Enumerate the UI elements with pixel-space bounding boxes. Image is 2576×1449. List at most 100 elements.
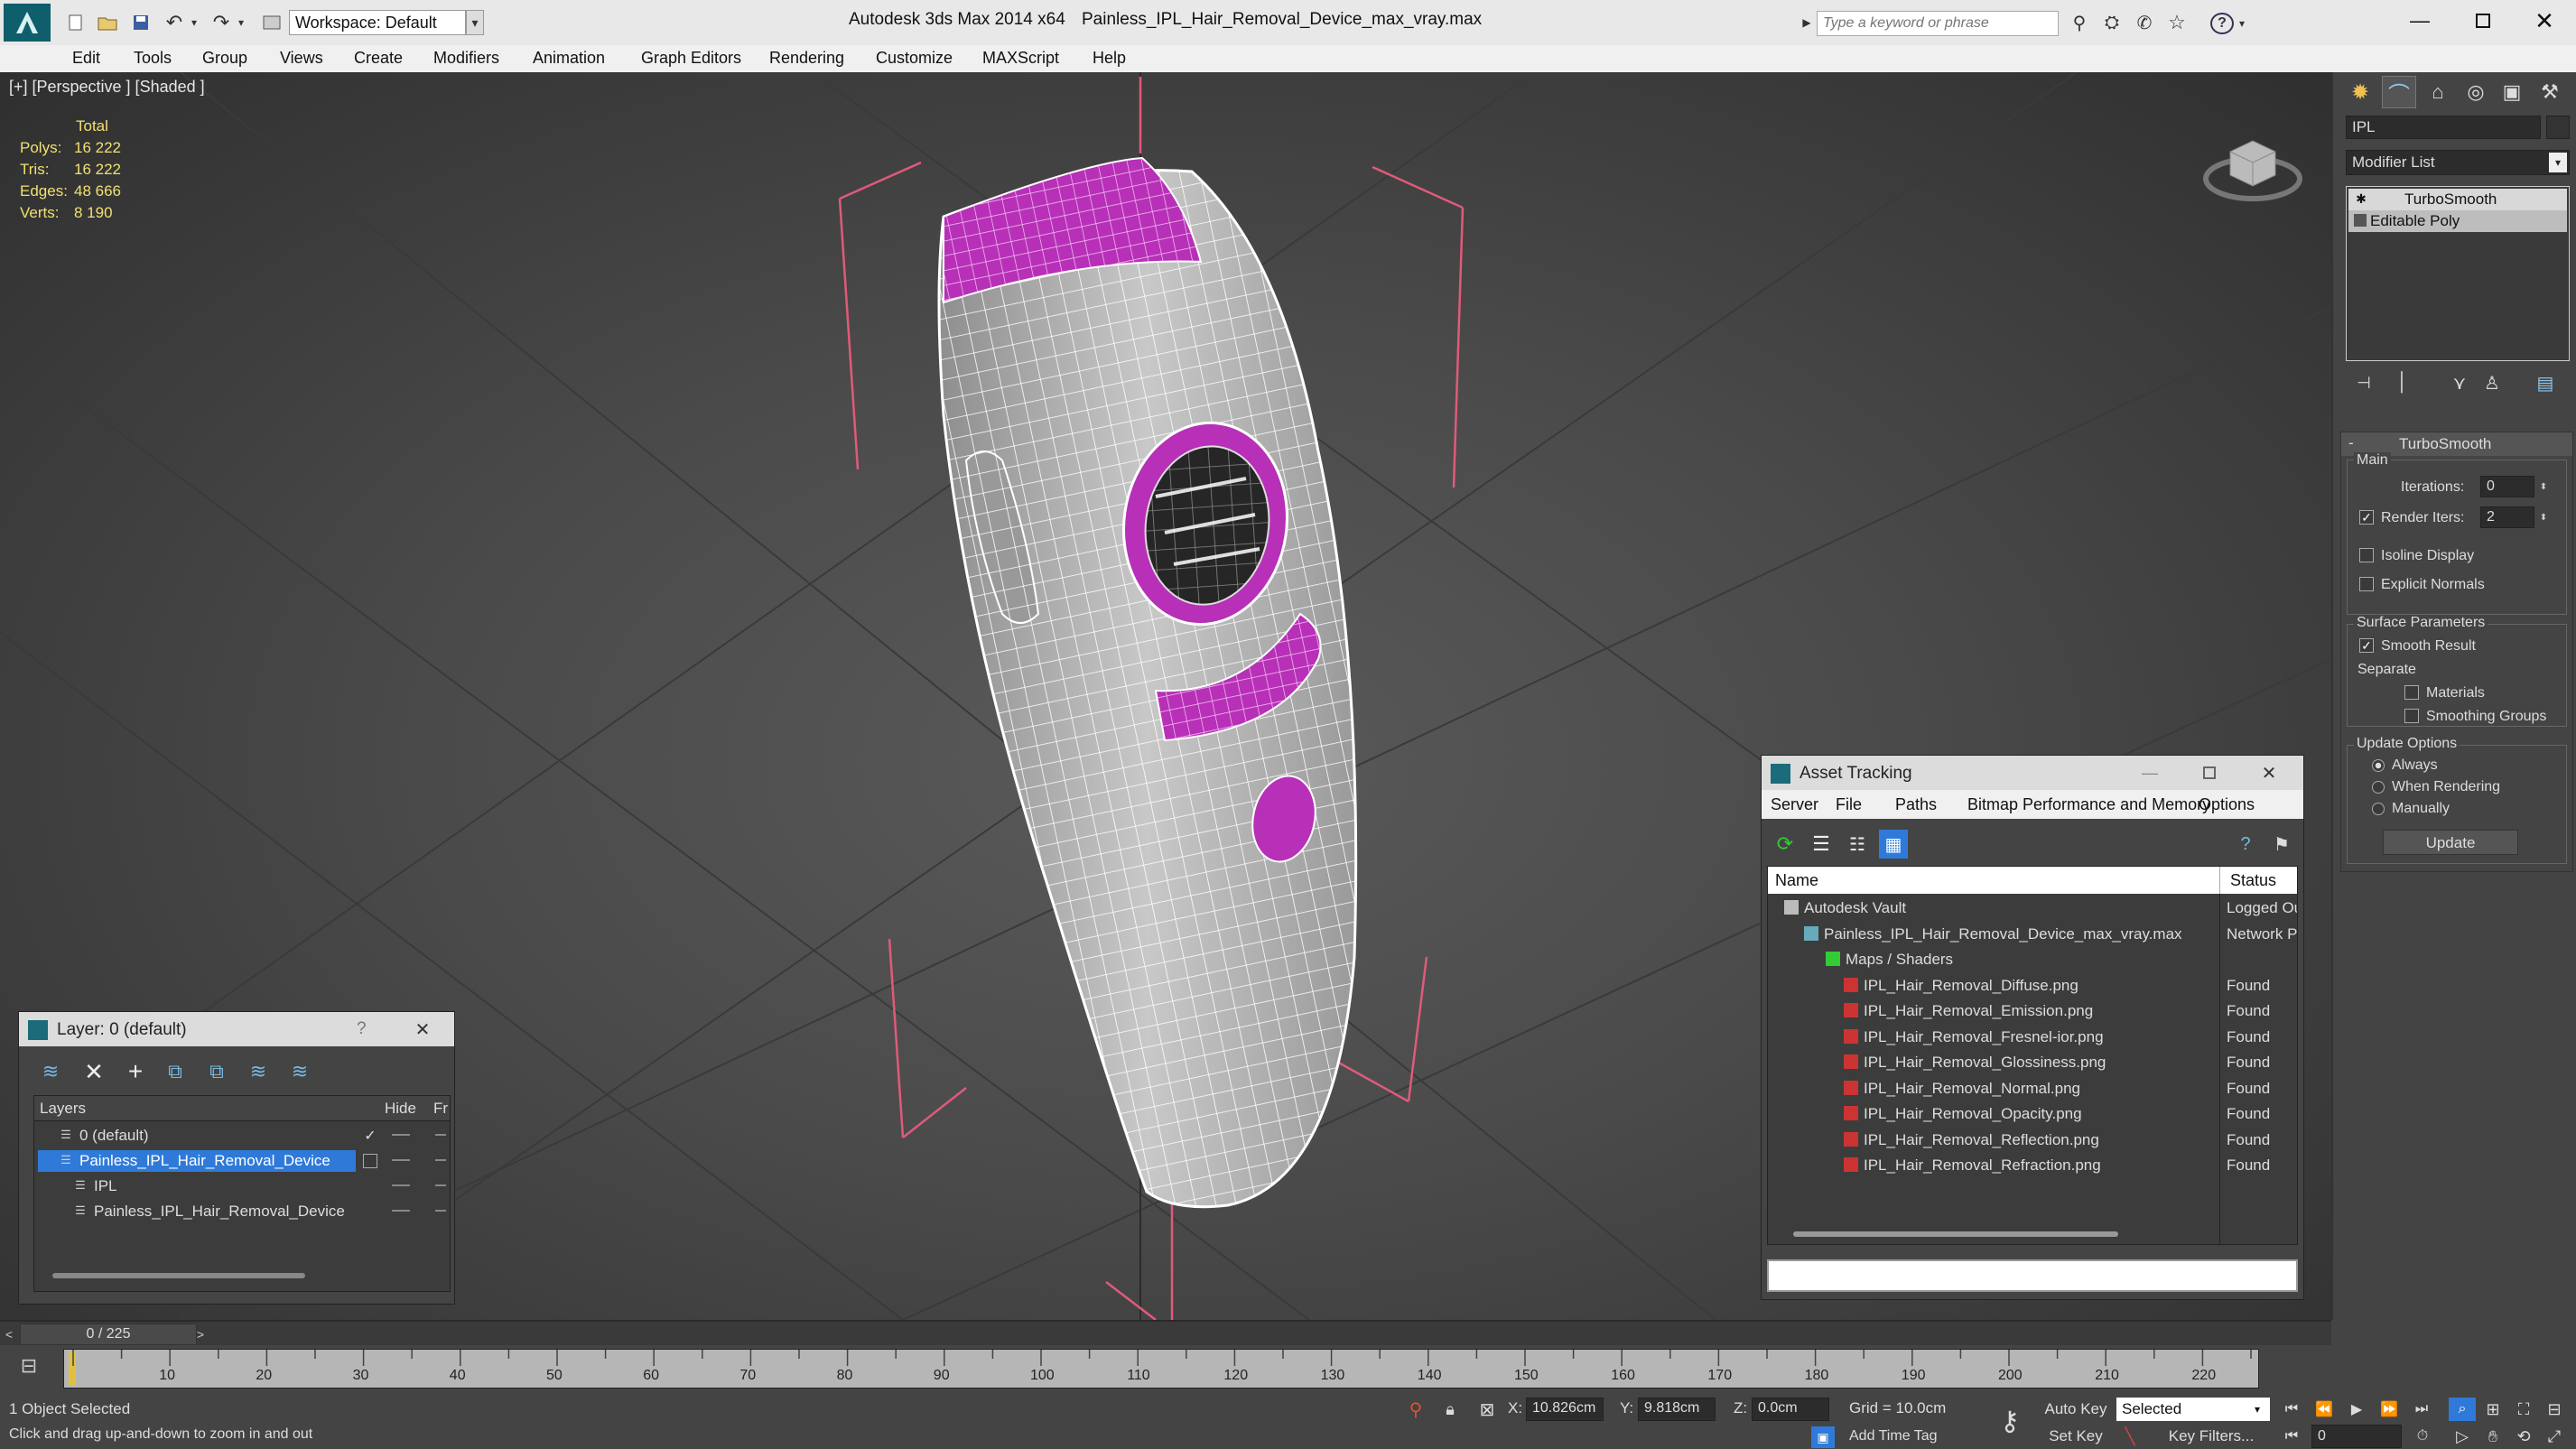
always-radio[interactable] (2372, 759, 2385, 772)
show-end-result-icon[interactable]: ⏐ (2389, 370, 2414, 395)
lightbulb-icon[interactable]: ✱ (2354, 191, 2368, 206)
layers-delete-icon[interactable]: ✕ (80, 1058, 107, 1085)
asset-row[interactable]: Autodesk Vault Logged Ou (1768, 896, 2297, 921)
app-logo-icon[interactable] (4, 4, 51, 42)
layers-new-layer-icon[interactable]: ≋ (37, 1059, 64, 1084)
modify-tab-icon[interactable]: ⌒ (2382, 76, 2416, 108)
z-coord-field[interactable]: 0.0cm (1752, 1398, 1829, 1421)
when-rendering-radio[interactable] (2372, 781, 2385, 794)
selected-dropdown[interactable]: Selected ▾ (2116, 1398, 2270, 1421)
stack-item-turbosmooth[interactable]: ✱ TurboSmooth (2348, 189, 2567, 210)
pan-view-icon[interactable]: ✋︎ (2479, 1425, 2506, 1448)
utilities-tab-icon[interactable]: ⚒ (2534, 78, 2566, 107)
display-tab-icon[interactable]: ▣ (2496, 78, 2528, 107)
asset-menu-bitmap-performance-and-memory[interactable]: Bitmap Performance and Memory (1967, 795, 2210, 814)
remove-modifier-icon[interactable]: ♙ (2479, 370, 2505, 395)
undo-icon[interactable]: ↶ (163, 11, 186, 33)
col-name[interactable]: Name (1775, 871, 1818, 890)
asset-help-icon[interactable]: ? (2233, 831, 2258, 857)
hierarchy-tab-icon[interactable]: ⌂ (2422, 78, 2454, 107)
layer-row[interactable]: ☰ Painless_IPL_Hair_Removal_Device (34, 1199, 450, 1224)
asset-row[interactable]: IPL_Hair_Removal_Fresnel-ior.png Found (1768, 1025, 2297, 1050)
redo-icon[interactable]: ↷ (209, 11, 233, 33)
close-icon[interactable]: ✕ (2526, 7, 2562, 34)
maximize-viewport-icon[interactable]: ⤢ (2541, 1425, 2568, 1448)
time-slider-prev-icon[interactable]: < (0, 1324, 18, 1345)
menu-help[interactable]: Help (1093, 49, 1126, 68)
subscription-icon[interactable]: ⛭ (2100, 13, 2124, 33)
layer-window-help[interactable]: ? (357, 1019, 367, 1039)
auto-key-button[interactable]: Auto Key (2042, 1398, 2109, 1421)
layers-hide-all-icon[interactable]: ≋ (245, 1059, 272, 1084)
set-key-mode-icon[interactable]: ⚷ (1992, 1401, 2028, 1441)
col-freeze[interactable]: Fr (433, 1100, 448, 1118)
asset-tracking-window[interactable]: Asset Tracking — ✕ Server File Paths Bitmap… (1761, 755, 2304, 1300)
zoom-extents-all-icon[interactable]: ⊟ (2541, 1398, 2568, 1421)
time-slider-next-icon[interactable]: > (191, 1324, 209, 1345)
freeze-toggle[interactable] (435, 1134, 446, 1136)
asset-table-view-icon[interactable]: ▦ (1879, 830, 1908, 859)
command-panel[interactable]: ✹ ⌒ ⌂ ◎ ▣ ⚒ IPL Modifier List ▾ ✱ TurboS… (2331, 72, 2576, 1320)
render-iters-checkbox[interactable]: ✓ (2359, 510, 2374, 525)
set-key-button[interactable]: Set Key (2042, 1425, 2109, 1448)
asset-table[interactable]: Name Status Autodesk Vault Logged Ou Painl… (1767, 866, 2298, 1245)
zoom-all-icon[interactable]: ⊞ (2479, 1398, 2506, 1421)
workspace-dropdown[interactable]: Workspace: Default (289, 10, 466, 35)
col-layers[interactable]: Layers (40, 1100, 86, 1118)
isolate-selection-icon[interactable]: ⚲ (1405, 1398, 1427, 1421)
manually-radio[interactable] (2372, 803, 2385, 815)
modifier-list-dropdown[interactable]: Modifier List ▾ (2346, 150, 2570, 175)
key-filter-icon[interactable]: ╲ (2118, 1425, 2142, 1448)
col-status[interactable]: Status (2230, 871, 2276, 890)
make-unique-icon[interactable]: ⋎ (2447, 370, 2472, 395)
pin-stack-icon[interactable]: ⊣ (2351, 370, 2376, 395)
motion-tab-icon[interactable]: ◎ (2460, 78, 2492, 107)
update-button[interactable]: Update (2383, 830, 2518, 855)
freeze-toggle[interactable] (435, 1210, 446, 1212)
freeze-toggle[interactable] (435, 1184, 446, 1186)
search-expand-icon[interactable]: ▶ (1800, 13, 1813, 33)
menu-create[interactable]: Create (354, 49, 403, 68)
current-frame-field[interactable]: 0 (2311, 1425, 2402, 1448)
zoom-icon[interactable]: ⌕ (2449, 1398, 2476, 1421)
menu-graph-editors[interactable]: Graph Editors (641, 49, 741, 68)
set-current-checkbox[interactable] (363, 1154, 377, 1168)
add-time-tag-label[interactable]: Add Time Tag (1849, 1428, 1938, 1444)
iterations-spinner[interactable]: 0 (2480, 476, 2534, 497)
go-to-end-icon[interactable]: ⏭ (2409, 1398, 2434, 1421)
menu-views[interactable]: Views (280, 49, 323, 68)
favorites-star-icon[interactable]: ☆ (2165, 11, 2189, 33)
minimize-icon[interactable]: — (2402, 7, 2438, 34)
asset-menu-server[interactable]: Server (1771, 795, 1818, 814)
hide-toggle[interactable] (392, 1159, 410, 1161)
orbit-icon[interactable]: ⟲ (2510, 1425, 2537, 1448)
menu-group[interactable]: Group (202, 49, 247, 68)
hide-toggle[interactable] (392, 1134, 410, 1136)
selection-lock-icon[interactable]: 🔒︎ (1439, 1398, 1461, 1421)
asset-path-field[interactable] (1767, 1259, 2298, 1292)
menu-customize[interactable]: Customize (876, 49, 953, 68)
zoom-extents-icon[interactable]: ⛶ (2510, 1398, 2537, 1421)
iterations-spinner-arrows-icon[interactable]: ⬍ (2536, 476, 2551, 497)
previous-frame-icon[interactable]: ⏪ (2311, 1398, 2337, 1421)
layers-highlight-icon[interactable]: ⧉ (203, 1059, 230, 1084)
stack-item-editable-poly[interactable]: Editable Poly (2348, 210, 2567, 232)
binoculars-icon[interactable]: ⚲ (2068, 13, 2091, 33)
layers-add-icon[interactable]: + (122, 1057, 149, 1085)
menu-tools[interactable]: Tools (134, 49, 172, 68)
project-folder-icon[interactable] (260, 13, 284, 33)
layer-explorer-window[interactable]: Layer: 0 (default) ? ✕ ≋ ✕ + ⧉ ⧉ ≋ ≋ Lay… (18, 1011, 455, 1305)
field-of-view-icon[interactable]: ▷ (2449, 1425, 2476, 1448)
materials-checkbox[interactable] (2404, 685, 2419, 700)
open-file-icon[interactable] (96, 13, 119, 33)
workspace-dropdown-arrow-icon[interactable]: ▾ (466, 10, 484, 35)
menu-rendering[interactable]: Rendering (769, 49, 844, 68)
add-time-tag-icon[interactable]: ▣ (1811, 1426, 1835, 1448)
asset-row[interactable]: IPL_Hair_Removal_Reflection.png Found (1768, 1128, 2297, 1153)
hide-toggle[interactable] (392, 1210, 410, 1212)
asset-list-view-icon[interactable]: ☰ (1809, 831, 1834, 857)
asset-tracking-titlebar[interactable]: Asset Tracking — ✕ (1762, 756, 2303, 790)
layers-scrollbar[interactable] (52, 1273, 305, 1278)
mini-curve-editor-icon[interactable]: ⊟ (11, 1352, 47, 1379)
go-to-start-icon[interactable]: ⏮ (2279, 1398, 2304, 1421)
